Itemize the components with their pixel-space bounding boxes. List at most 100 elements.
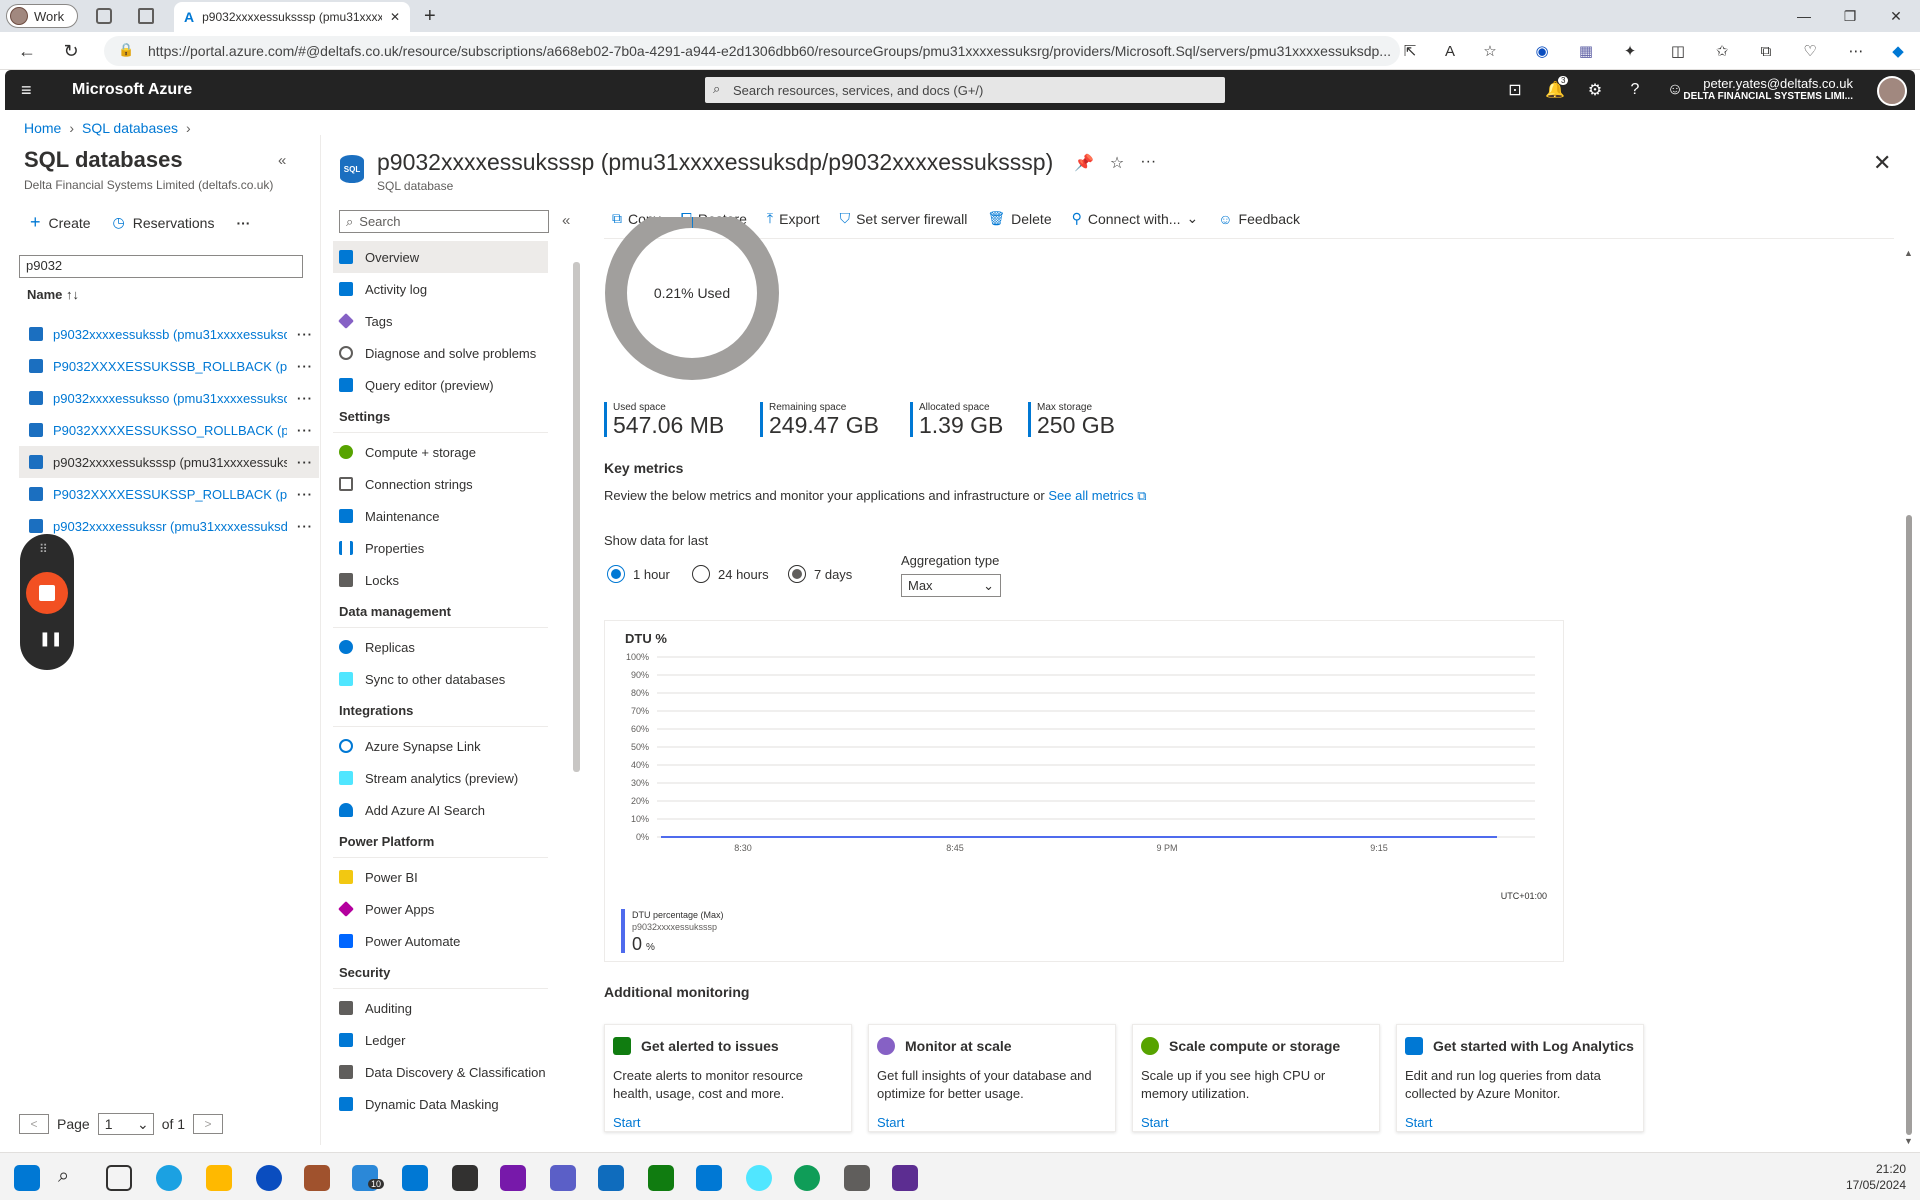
start-windows-icon[interactable] bbox=[14, 1165, 40, 1191]
url-field[interactable]: 🔒 https://portal.azure.com/#@deltafs.co.… bbox=[104, 36, 1400, 66]
menu-item-power-automate[interactable]: Power Automate bbox=[333, 925, 548, 957]
menu-item-power-bi[interactable]: Power BI bbox=[333, 861, 548, 893]
reservations-button[interactable]: ◷ Reservations bbox=[113, 214, 215, 231]
next-page-button[interactable]: > bbox=[193, 1114, 224, 1134]
hamburger-menu-icon[interactable]: ≡ bbox=[21, 80, 32, 101]
close-blade-icon[interactable]: ✕ bbox=[1873, 150, 1891, 176]
extension-icon[interactable]: ▦ bbox=[1576, 41, 1596, 61]
profile-button[interactable]: Work bbox=[6, 4, 78, 28]
drag-handle-icon[interactable]: ⠿ bbox=[39, 542, 48, 556]
active-tab[interactable]: A p9032xxxxessuksssp (pmu31xxxxe ✕ bbox=[174, 2, 410, 32]
close-window-icon[interactable]: ✕ bbox=[1874, 0, 1918, 32]
split-screen-icon[interactable]: ◫ bbox=[1668, 41, 1688, 61]
onenote-icon[interactable] bbox=[500, 1165, 526, 1191]
edge-dev-icon[interactable] bbox=[794, 1165, 820, 1191]
account-info[interactable]: peter.yates@deltafs.co.uk DELTA FINANCIA… bbox=[1683, 76, 1853, 102]
cloud-shell-icon[interactable]: ⊡ bbox=[1505, 80, 1525, 100]
content-scrollbar[interactable] bbox=[1906, 515, 1912, 1135]
list-item[interactable]: p9032xxxxessukssо (pmu31xxxxessuksd... ··… bbox=[19, 382, 319, 414]
workspaces-icon[interactable] bbox=[96, 8, 112, 24]
card-start-link[interactable]: Start bbox=[613, 1115, 843, 1130]
new-tab-icon[interactable]: + bbox=[424, 5, 436, 28]
search-icon[interactable]: ⌕ bbox=[58, 1165, 84, 1191]
menu-item-synapse-link[interactable]: Azure Synapse Link bbox=[333, 730, 548, 762]
menu-item-query-editor[interactable]: Query editor (preview) bbox=[333, 369, 548, 401]
more-icon[interactable]: ··· bbox=[1140, 153, 1156, 173]
task-view-icon[interactable] bbox=[106, 1165, 132, 1191]
menu-item-overview[interactable]: Overview bbox=[333, 241, 548, 273]
menu-item-ai-search[interactable]: Add Azure AI Search bbox=[333, 794, 548, 826]
list-item[interactable]: p9032xxxxessukssb (pmu31xxxxessuksd... ··… bbox=[19, 318, 319, 350]
global-search-input[interactable]: ⌕ Search resources, services, and docs (… bbox=[705, 77, 1225, 103]
more-icon[interactable]: ··· bbox=[297, 519, 319, 534]
favorite-star-icon[interactable]: ☆ bbox=[1480, 41, 1500, 61]
help-icon[interactable]: ? bbox=[1625, 80, 1645, 100]
menu-item-ledger[interactable]: Ledger bbox=[333, 1024, 548, 1056]
dtu-chart-card[interactable]: DTU % 100% 90% 80% 70% 60% 50% 40% 30% 20% 10% 0% … bbox=[604, 620, 1564, 962]
more-icon[interactable]: ··· bbox=[297, 455, 319, 470]
list-item-name[interactable]: p9032xxxxessukssr (pmu31xxxxessuksd... bbox=[53, 519, 287, 534]
app-icon[interactable] bbox=[892, 1165, 918, 1191]
menu-item-locks[interactable]: Locks bbox=[333, 564, 548, 596]
list-item-name[interactable]: p9032xxxxessukssо (pmu31xxxxessuksd... bbox=[53, 391, 287, 406]
extensions-puzzle-icon[interactable]: ✦ bbox=[1620, 41, 1640, 61]
menu-item-data-discovery[interactable]: Data Discovery & Classification bbox=[333, 1056, 548, 1088]
list-item[interactable]: P9032XXXXESSUKSSO_ROLLBACK (pmu... ··· bbox=[19, 414, 319, 446]
menu-item-activity-log[interactable]: Activity log bbox=[333, 273, 548, 305]
menu-item-diagnose[interactable]: Diagnose and solve problems bbox=[333, 337, 548, 369]
file-explorer-icon[interactable] bbox=[206, 1165, 232, 1191]
read-aloud-icon[interactable]: A bbox=[1440, 41, 1460, 61]
menu-item-stream-analytics[interactable]: Stream analytics (preview) bbox=[333, 762, 548, 794]
list-item-name[interactable]: P9032XXXXESSUKSSB_ROLLBACK (pmu... bbox=[53, 359, 287, 374]
azure-app-icon[interactable] bbox=[402, 1165, 428, 1191]
favorite-star-icon[interactable]: ☆ bbox=[1110, 153, 1124, 173]
create-button[interactable]: + Create bbox=[30, 212, 91, 233]
see-all-metrics-link[interactable]: See all metrics bbox=[1048, 488, 1133, 503]
azure-brand[interactable]: Microsoft Azure bbox=[72, 81, 192, 99]
list-item[interactable]: P9032XXXXESSUKSSB_ROLLBACK (pmu... ··· bbox=[19, 350, 319, 382]
card-start-link[interactable]: Start bbox=[1405, 1115, 1635, 1130]
radio-7-days[interactable]: 7 days bbox=[788, 565, 852, 583]
more-icon[interactable]: ··· bbox=[297, 487, 319, 502]
prev-page-button[interactable]: < bbox=[19, 1114, 49, 1134]
list-item-name[interactable]: p9032xxxxessuksssp (pmu31xxxxessuksd... bbox=[53, 455, 287, 470]
terminal-icon[interactable] bbox=[452, 1165, 478, 1191]
menu-item-tags[interactable]: Tags bbox=[333, 305, 548, 337]
filter-input[interactable]: p9032 bbox=[19, 255, 303, 278]
menu-item-connection-strings[interactable]: Connection strings bbox=[333, 468, 548, 500]
list-item-name[interactable]: p9032xxxxessukssb (pmu31xxxxessuksd... bbox=[53, 327, 287, 342]
breadcrumb-home[interactable]: Home bbox=[24, 120, 61, 136]
list-item-selected[interactable]: p9032xxxxessuksssp (pmu31xxxxessuksd... ·… bbox=[19, 446, 319, 478]
scroll-up-icon[interactable]: ▲ bbox=[1904, 248, 1913, 258]
refresh-icon[interactable]: ↻ bbox=[60, 40, 82, 62]
edge-icon[interactable] bbox=[156, 1165, 182, 1191]
collapse-pane-icon[interactable]: « bbox=[278, 152, 286, 169]
spreadsheet-icon[interactable] bbox=[648, 1165, 674, 1191]
menu-item-sync[interactable]: Sync to other databases bbox=[333, 663, 548, 695]
pause-icon[interactable]: ❚❚ bbox=[39, 630, 62, 647]
menu-scrollbar[interactable] bbox=[573, 262, 580, 772]
menu-item-power-apps[interactable]: Power Apps bbox=[333, 893, 548, 925]
vertical-tabs-icon[interactable] bbox=[138, 8, 154, 24]
menu-item-compute-storage[interactable]: Compute + storage bbox=[333, 436, 548, 468]
feedback-icon[interactable]: ☺ bbox=[1665, 80, 1685, 100]
app-icon[interactable] bbox=[304, 1165, 330, 1191]
open-in-app-icon[interactable]: ⇱ bbox=[1400, 41, 1420, 61]
browser-essentials-icon[interactable]: ♡ bbox=[1800, 41, 1820, 61]
collapse-menu-icon[interactable]: « bbox=[562, 212, 570, 229]
restore-window-icon[interactable]: ❐ bbox=[1828, 0, 1872, 32]
favorites-icon[interactable]: ✩ bbox=[1712, 41, 1732, 61]
settings-gear-icon[interactable]: ⚙ bbox=[1585, 80, 1605, 100]
card-start-link[interactable]: Start bbox=[1141, 1115, 1371, 1130]
more-icon[interactable]: ··· bbox=[297, 423, 319, 438]
list-item-name[interactable]: P9032XXXXESSUKSSO_ROLLBACK (pmu... bbox=[53, 423, 287, 438]
password-app-icon[interactable] bbox=[256, 1165, 282, 1191]
minimize-icon[interactable]: — bbox=[1782, 0, 1826, 32]
taskbar-clock[interactable]: 21:20 17/05/2024 bbox=[1846, 1161, 1906, 1193]
radio-24-hours[interactable]: 24 hours bbox=[692, 565, 769, 583]
pin-icon[interactable]: 📌 bbox=[1074, 153, 1094, 173]
close-tab-icon[interactable]: ✕ bbox=[390, 10, 400, 24]
back-icon[interactable]: ← bbox=[16, 40, 38, 62]
list-item-name[interactable]: P9032XXXXESSUKSSP_ROLLBACK (pmu... bbox=[53, 487, 287, 502]
settings-more-icon[interactable]: ⋯ bbox=[1846, 41, 1866, 61]
